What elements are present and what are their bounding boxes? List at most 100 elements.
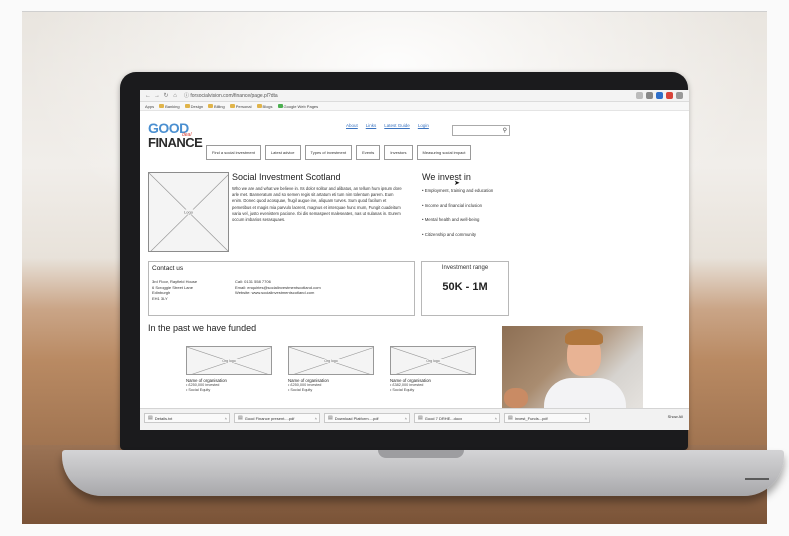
chevron-up-icon[interactable]: ˄ (585, 416, 589, 421)
download-item[interactable]: ▤ Download Platform....pdf ˄ (324, 413, 410, 423)
nav-tab-advice[interactable]: Latest advice (264, 145, 301, 160)
bookmark-billing[interactable]: Billing (208, 104, 225, 109)
invest-in-title: We invest in (422, 172, 471, 182)
home-icon[interactable]: ⌂ (172, 93, 178, 99)
file-icon: ▤ (508, 415, 513, 421)
menu-icon[interactable] (676, 92, 683, 99)
folder-icon (159, 104, 165, 108)
top-link-about[interactable]: About (346, 123, 358, 128)
download-item[interactable]: ▤ Invest_Funds...pdf ˄ (504, 413, 590, 423)
top-link-links[interactable]: Links (366, 123, 377, 128)
file-icon: ▤ (328, 415, 333, 421)
funded-org-card[interactable]: Org logo Name of organisation • £250,000… (288, 346, 374, 393)
file-icon: ▤ (148, 415, 153, 421)
download-filename: Good Finance present....pdf (244, 415, 295, 421)
forward-icon[interactable]: → (154, 93, 160, 99)
contact-address: 3rd Floor, Rayfield House 6 Scroggie Str… (152, 279, 198, 301)
bookmark-banking[interactable]: Banking (159, 103, 180, 109)
bookmark-label: Google Web Pages (283, 103, 319, 109)
logo-placeholder-image: Logo (148, 172, 229, 252)
browser-toolbar: ← → ↻ ⌂ ⓘ forsocialvision.com/finance/pa… (140, 90, 689, 102)
globe-icon (277, 104, 283, 108)
photo-frame-edge (22, 11, 767, 12)
bookmark-google[interactable]: Google Web Pages (277, 103, 319, 109)
reload-icon[interactable]: ↻ (163, 92, 169, 99)
download-filename: Good 7 DRHE...docx (424, 415, 463, 421)
folder-icon (256, 104, 262, 108)
top-link-guide[interactable]: Latest Guide (384, 123, 410, 128)
address-bar[interactable]: ⓘ forsocialvision.com/finance/page.pl?dt… (184, 92, 278, 99)
invest-item: • Mental health and well-being (422, 217, 480, 222)
download-filename: Invest_Funds...pdf (514, 415, 548, 421)
bookmark-label: Apps (145, 103, 155, 109)
download-filename: Details.txt (154, 415, 173, 421)
top-links: About Links Latest Guide Login (346, 123, 429, 128)
org-logo-placeholder: Org logo (288, 346, 374, 375)
search-input[interactable]: ⚲ (452, 125, 510, 136)
file-icon: ▤ (418, 415, 423, 421)
bookmark-design[interactable]: Design (184, 104, 203, 109)
logo-word-deal: deal (182, 132, 192, 138)
bookmark-apps[interactable]: Apps (145, 104, 154, 109)
investment-range-title: Investment range (441, 265, 489, 271)
star-icon[interactable] (636, 92, 643, 99)
extension-red-icon[interactable] (666, 92, 673, 99)
webcam-video-overlay (502, 326, 643, 418)
nav-tab-events[interactable]: Events (356, 145, 381, 160)
placeholder-label: Logo (149, 209, 228, 215)
site-logo[interactable]: GOOD deal FINANCE (148, 121, 203, 150)
funded-org-card[interactable]: Org logo Name of organisation • £250,000… (186, 346, 272, 393)
org-type: • Social Equity (390, 388, 415, 392)
bookmark-label: Billing (214, 103, 225, 109)
mouse-cursor-icon: ➤ (454, 180, 460, 187)
search-icon[interactable]: ⚲ (503, 127, 507, 134)
org-type: • Social Equity (186, 388, 211, 392)
logo-word-finance: FINANCE (148, 135, 203, 150)
bookmark-personal[interactable]: Personal (229, 103, 252, 109)
file-icon: ▤ (238, 415, 243, 421)
org-type: • Social Equity (288, 388, 313, 392)
invest-item: • Employment, training and education (422, 188, 494, 193)
top-link-login[interactable]: Login (418, 123, 429, 128)
nav-tab-find[interactable]: Find a social investment (206, 145, 261, 160)
org-logo-placeholder: Org logo (186, 346, 272, 375)
download-item[interactable]: ▤ Good 7 DRHE...docx ˄ (414, 413, 500, 423)
contact-details[interactable]: Call: 0131 558 7706 Email: enquiries@soc… (235, 279, 321, 296)
presenter-hand (504, 388, 528, 408)
chevron-up-icon[interactable]: ˄ (315, 416, 319, 421)
bookmark-label: Banking (165, 103, 180, 109)
bookmark-label: Personal (235, 103, 252, 109)
nav-tab-investors[interactable]: Investors (384, 145, 413, 160)
bookmarks-bar: Apps Banking Design Billing Personal Blo… (140, 102, 689, 111)
laptop-notch (378, 450, 464, 458)
page-title: Social Investment Scotland (232, 172, 341, 182)
funded-org-card[interactable]: Org logo Name of organisation • £382,000… (390, 346, 476, 393)
download-filename: Download Platform....pdf (334, 415, 379, 421)
laptop-screen: ← → ↻ ⌂ ⓘ forsocialvision.com/finance/pa… (140, 90, 689, 430)
photo-scene: ← → ↻ ⌂ ⓘ forsocialvision.com/finance/pa… (0, 0, 789, 536)
invest-item: • Citizenship and community (422, 231, 477, 237)
org-logo-placeholder: Org logo (390, 346, 476, 375)
back-icon[interactable]: ← (145, 93, 151, 99)
profile-description: Who we are and what we believe in. Its d… (232, 186, 402, 223)
download-item[interactable]: ▤ Details.txt ˄ (144, 413, 230, 423)
funded-title: In the past we have funded (148, 323, 257, 333)
show-all-downloads-button[interactable]: Show All (668, 414, 683, 419)
contact-title: Contact us (152, 265, 184, 272)
laptop-status-light (745, 478, 769, 480)
folder-icon (208, 104, 214, 108)
nav-tab-types[interactable]: Types of investment (304, 145, 353, 160)
bookmark-blogs[interactable]: Blogs (256, 104, 273, 109)
chevron-up-icon[interactable]: ˄ (495, 416, 499, 421)
browser-extensions (636, 92, 683, 99)
nav-tab-impact[interactable]: Measuring social impact (416, 145, 472, 160)
extension-icon[interactable] (646, 92, 653, 99)
invest-item: • Income and financial inclusion (422, 202, 483, 208)
invest-in-list: • Employment, training and education • I… (422, 188, 512, 246)
download-item[interactable]: ▤ Good Finance present....pdf ˄ (234, 413, 320, 423)
contact-panel: Contact us 3rd Floor, Rayfield House 6 S… (148, 261, 415, 316)
extension-blue-icon[interactable] (656, 92, 663, 99)
chevron-up-icon[interactable]: ˄ (405, 416, 409, 421)
placeholder-label: Org logo (187, 358, 271, 363)
chevron-up-icon[interactable]: ˄ (225, 416, 229, 421)
